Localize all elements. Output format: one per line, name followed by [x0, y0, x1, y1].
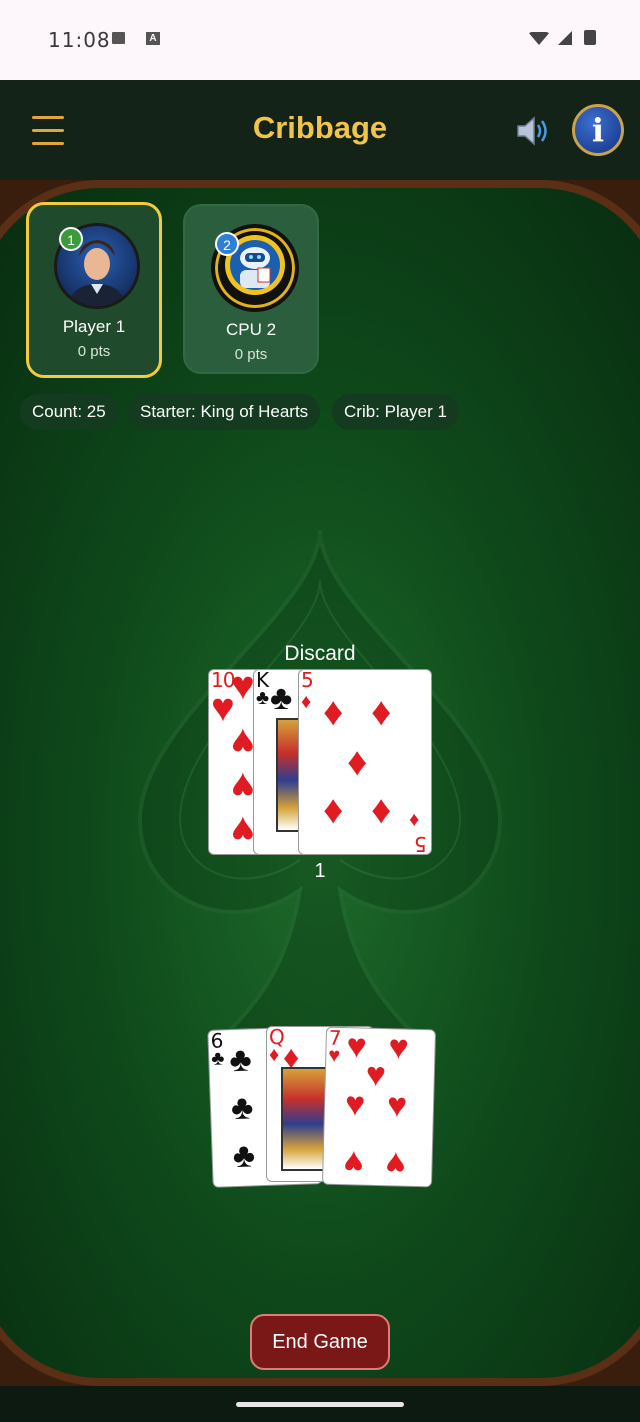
card-rank-bottom: 5 [415, 832, 427, 855]
diamond-icon: ♦ [409, 809, 420, 831]
player-points: 0 pts [234, 346, 268, 363]
player-number-badge: 1 [59, 227, 83, 251]
club-icon: ♣ [210, 1047, 225, 1070]
heart-icon: ♥ [231, 808, 255, 852]
player-name: CPU 2 [225, 320, 277, 339]
diamond-icon: ♦ [371, 788, 392, 832]
heart-icon: ♥ [344, 1085, 366, 1124]
a-notification-icon: A [146, 32, 160, 45]
club-icon: ♣ [228, 1040, 253, 1080]
battery-icon [584, 30, 596, 45]
home-gesture-handle[interactable] [236, 1402, 404, 1407]
player-card-player-1: 1 Player 1 0 pts [26, 202, 162, 378]
status-time: 11:08 [48, 28, 111, 52]
diamond-icon: ♦ [269, 1044, 280, 1066]
discard-count: 1 [314, 860, 326, 882]
end-game-button[interactable]: End Game [250, 1314, 390, 1370]
info-icon[interactable]: i [572, 104, 624, 156]
system-nav-bar [0, 1386, 640, 1422]
heart-icon: ♥ [388, 1028, 410, 1067]
discard-card-5-diamonds: 5 ♦ ♦ ♦ ♦ ♦ ♦ ♦ 5 [298, 669, 432, 855]
speaker-icon[interactable] [512, 114, 552, 148]
starter-chip: Starter: King of Hearts [128, 394, 321, 430]
heart-icon: ♥ [231, 764, 255, 808]
diamond-icon: ♦ [323, 690, 344, 734]
player-name: Player 1 [62, 317, 126, 336]
diamond-icon: ♦ [301, 691, 312, 713]
club-icon: ♣ [232, 1136, 256, 1176]
club-icon: ♣ [256, 687, 270, 709]
heart-icon: ♥ [386, 1086, 408, 1125]
diamond-icon: ♦ [371, 690, 392, 734]
heart-icon: ♥ [385, 1144, 407, 1183]
heart-icon: ♥ [365, 1055, 387, 1095]
player-points: 0 pts [77, 343, 111, 360]
club-icon: ♣ [230, 1088, 254, 1128]
heart-icon: ♥ [328, 1044, 341, 1067]
game-table: 1 Player 1 0 pts 2 CPU 2 0 pts Count: 25… [0, 180, 640, 1386]
heart-icon: ♥ [346, 1027, 368, 1066]
card-rank: 5 [301, 669, 314, 692]
count-chip: Count: 25 [20, 394, 118, 430]
heart-icon: ♥ [231, 720, 255, 764]
signal-icon [558, 31, 572, 45]
diamond-icon: ♦ [347, 740, 368, 784]
heart-icon: ♥ [343, 1143, 365, 1182]
player-card-cpu-2: 2 CPU 2 0 pts [183, 204, 319, 374]
sd-card-icon [112, 32, 125, 44]
hand-card-7-hearts[interactable]: 7 ♥ ♥ ♥ ♥ ♥ ♥ ♥ ♥ [321, 1026, 437, 1188]
discard-label: Discard [284, 642, 356, 665]
club-icon: ♣ [270, 679, 293, 717]
app-header: Cribbage i [0, 80, 640, 180]
player-number-badge: 2 [215, 232, 239, 256]
status-bar: 11:08 A [0, 0, 640, 80]
diamond-icon: ♦ [323, 788, 344, 832]
wifi-icon [528, 32, 550, 45]
crib-chip: Crib: Player 1 [332, 394, 459, 430]
heart-icon: ♥ [231, 669, 255, 708]
